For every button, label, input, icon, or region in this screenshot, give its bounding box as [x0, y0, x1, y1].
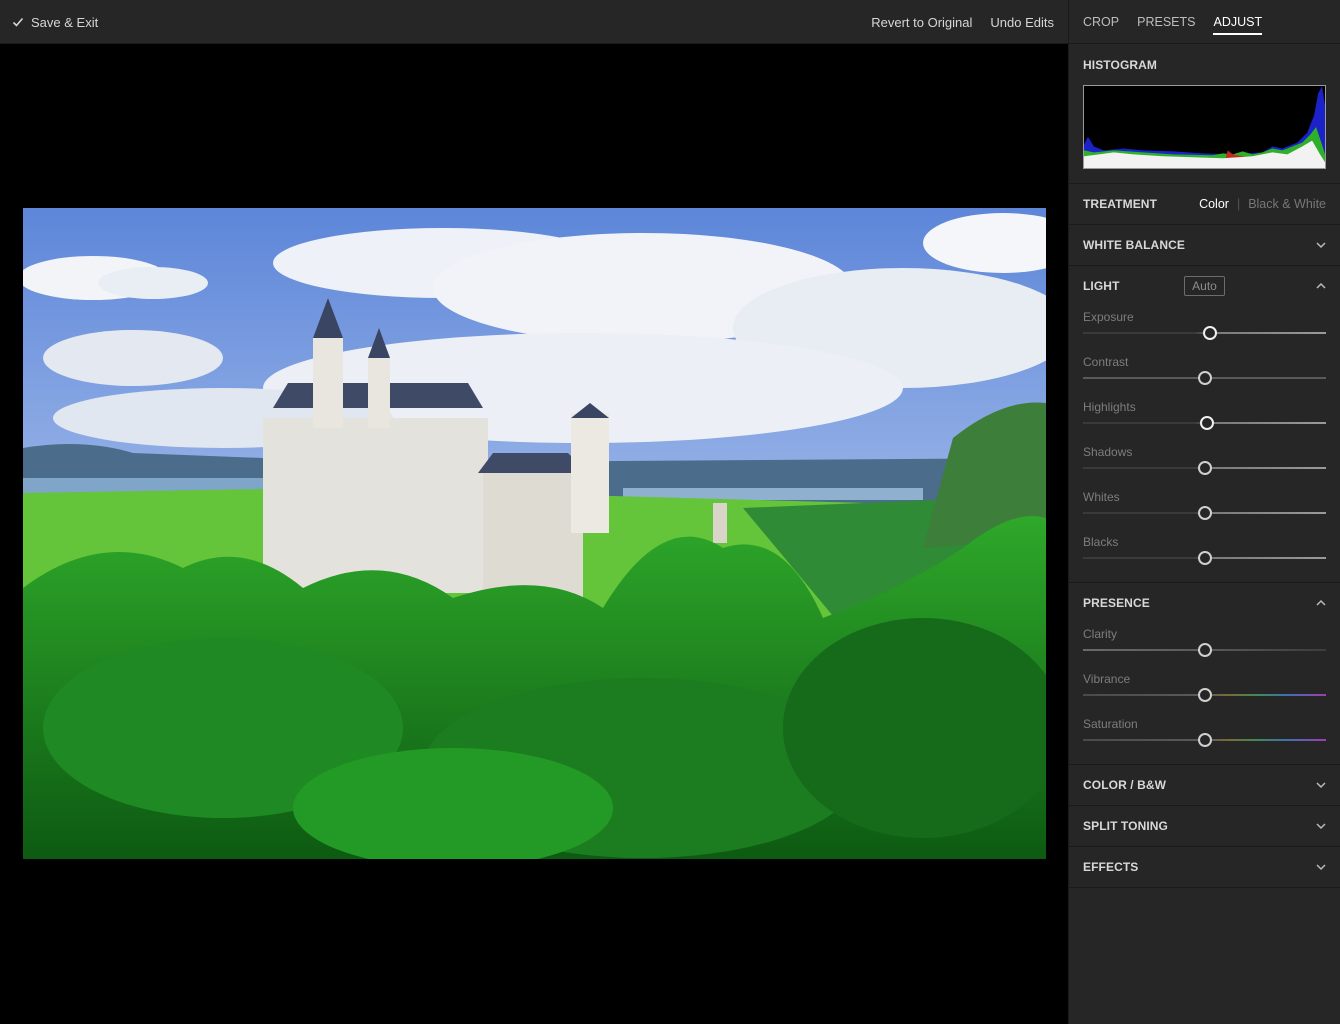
clarity-label: Clarity [1083, 627, 1118, 641]
treatment-color-option[interactable]: Color [1199, 197, 1229, 211]
clarity-thumb[interactable] [1198, 643, 1212, 657]
treatment-title: TREATMENT [1083, 197, 1158, 211]
shadows-thumb[interactable] [1198, 461, 1212, 475]
saturation-label: Saturation [1083, 717, 1138, 731]
adjust-panel: CROP PRESETS ADJUST HISTOGRAM TREATMENT … [1068, 0, 1340, 1024]
presence-section: PRESENCE Clarity Vibrance Saturation [1069, 583, 1340, 765]
highlights-label: Highlights [1083, 400, 1136, 414]
castle-landscape-image [23, 208, 1046, 859]
vibrance-thumb[interactable] [1198, 688, 1212, 702]
white-balance-title: WHITE BALANCE [1083, 238, 1185, 252]
edit-history-actions: Revert to Original Undo Edits [871, 0, 1054, 44]
shadows-slider[interactable]: Shadows [1069, 441, 1340, 486]
tab-adjust[interactable]: ADJUST [1213, 0, 1262, 44]
vibrance-slider[interactable]: Vibrance [1069, 668, 1340, 713]
exposure-label: Exposure [1083, 310, 1134, 324]
treatment-separator: | [1236, 197, 1241, 211]
effects-title: EFFECTS [1083, 860, 1139, 874]
treatment-toggle: Color | Black & White [1199, 197, 1326, 211]
highlights-slider[interactable]: Highlights [1069, 396, 1340, 441]
whites-slider[interactable]: Whites [1069, 486, 1340, 531]
chevron-down-icon[interactable] [1316, 862, 1326, 872]
chevron-down-icon[interactable] [1316, 240, 1326, 250]
chevron-down-icon[interactable] [1316, 821, 1326, 831]
chevron-up-icon[interactable] [1316, 281, 1326, 291]
treatment-section: TREATMENT Color | Black & White [1069, 184, 1340, 225]
checkmark-icon [12, 17, 24, 27]
photo-preview[interactable] [23, 208, 1046, 859]
blacks-slider[interactable]: Blacks [1069, 531, 1340, 576]
vibrance-label: Vibrance [1083, 672, 1131, 686]
top-toolbar: Save & Exit Revert to Original Undo Edit… [0, 0, 1068, 44]
revert-to-original-button[interactable]: Revert to Original [871, 15, 972, 30]
light-title: LIGHT [1083, 279, 1120, 293]
histogram-graph [1083, 85, 1326, 169]
saturation-slider[interactable]: Saturation [1069, 713, 1340, 758]
chevron-down-icon[interactable] [1316, 780, 1326, 790]
treatment-bw-option[interactable]: Black & White [1248, 197, 1326, 211]
contrast-label: Contrast [1083, 355, 1129, 369]
light-auto-button[interactable]: Auto [1184, 276, 1225, 296]
whites-label: Whites [1083, 490, 1120, 504]
save-exit-label: Save & Exit [31, 14, 99, 30]
blacks-thumb[interactable] [1198, 551, 1212, 565]
save-exit-button[interactable]: Save & Exit [12, 0, 98, 44]
exposure-slider[interactable]: Exposure [1069, 306, 1340, 351]
white-balance-section[interactable]: WHITE BALANCE [1069, 225, 1340, 266]
contrast-thumb[interactable] [1198, 371, 1212, 385]
histogram-title: HISTOGRAM [1083, 58, 1158, 72]
whites-thumb[interactable] [1198, 506, 1212, 520]
tab-crop[interactable]: CROP [1083, 0, 1119, 44]
presence-title: PRESENCE [1083, 596, 1150, 610]
exposure-thumb[interactable] [1202, 326, 1217, 340]
photo-canvas [0, 44, 1068, 1024]
color-bw-section[interactable]: COLOR / B&W [1069, 765, 1340, 806]
effects-section[interactable]: EFFECTS [1069, 847, 1340, 888]
undo-edits-button[interactable]: Undo Edits [990, 15, 1054, 30]
color-bw-title: COLOR / B&W [1083, 778, 1167, 792]
shadows-label: Shadows [1083, 445, 1133, 459]
highlights-thumb[interactable] [1200, 416, 1215, 430]
clarity-slider[interactable]: Clarity [1069, 623, 1340, 668]
blacks-label: Blacks [1083, 535, 1119, 549]
chevron-up-icon[interactable] [1316, 598, 1326, 608]
tab-presets[interactable]: PRESETS [1137, 0, 1195, 44]
split-toning-section[interactable]: SPLIT TONING [1069, 806, 1340, 847]
split-toning-title: SPLIT TONING [1083, 819, 1168, 833]
histogram-section: HISTOGRAM [1069, 44, 1340, 184]
contrast-slider[interactable]: Contrast [1069, 351, 1340, 396]
saturation-thumb[interactable] [1198, 733, 1212, 747]
light-section: LIGHT Auto Exposure Contrast Highlights … [1069, 266, 1340, 583]
panel-tabs: CROP PRESETS ADJUST [1069, 0, 1340, 44]
